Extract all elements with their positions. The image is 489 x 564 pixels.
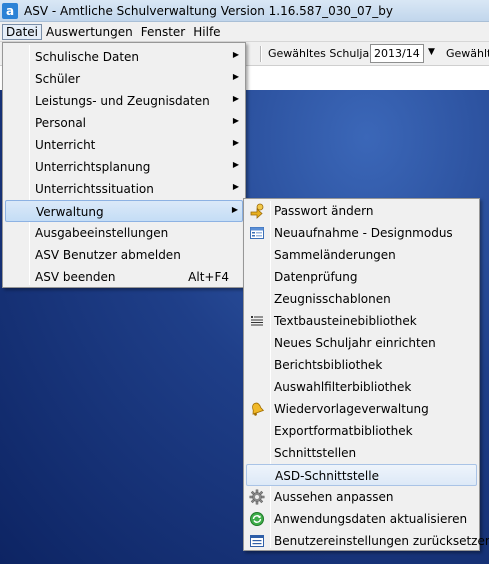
submenu-item-label: Benutzereinstellungen zurücksetzen [274,534,489,548]
menu-item-asv-beenden[interactable]: ASV beenden Alt+F4 [5,266,243,288]
menu-item-label: Schulische Daten [35,50,140,64]
schuljahr-field[interactable]: 2013/14 [370,44,424,63]
menu-datei[interactable]: Datei [2,23,43,40]
bell-icon [249,401,265,417]
submenu-item-label: Datenprüfung [274,270,358,284]
submenu-item-auswahlfilterbibliothek[interactable]: Auswahlfilterbibliothek [246,376,477,398]
submenu-item-label: Anwendungsdaten aktualisieren [274,512,468,526]
menu-item-schulische-daten[interactable]: Schulische Daten ▶ [5,46,243,68]
submenu-item-berichtsbibliothek[interactable]: Berichtsbibliothek [246,354,477,376]
user-settings-icon [249,533,265,549]
verwaltung-submenu: Passwort ändern Neuaufnahme - Designmodu… [243,198,489,552]
submenu-item-sammelaenderungen[interactable]: Sammeländerungen [246,244,477,266]
menu-item-label: ASV beenden [35,270,116,284]
submenu-item-anwendungsdaten[interactable]: Anwendungsdaten aktualisieren [246,508,477,530]
menu-auswertungen[interactable]: Auswertungen [42,24,137,40]
submenu-item-label: Auswahlfilterbibliothek [274,380,412,394]
submenu-item-passwort-aendern[interactable]: Passwort ändern [246,200,477,222]
submenu-item-textbausteinebibliothek[interactable]: Textbausteinebibliothek [246,310,477,332]
chevron-down-icon[interactable]: ▼ [428,47,435,57]
menu-item-verwaltung[interactable]: Verwaltung ▶ [5,200,243,222]
menu-item-label: Verwaltung [36,205,104,219]
submenu-arrow-icon: ▶ [232,182,239,191]
submenu-item-benutzereinstellungen[interactable]: Benutzereinstellungen zurücksetzen [246,530,489,552]
menu-item-label: Leistungs- und Zeugnisdaten [35,94,210,108]
menu-item-label: Unterrichtsplanung [35,160,151,174]
refresh-globe-icon [249,511,265,527]
submenu-item-schnittstellen[interactable]: Schnittstellen [246,442,477,464]
menu-item-benutzer-abmelden[interactable]: ASV Benutzer abmelden [5,244,243,266]
submenu-item-label: Wiedervorlageverwaltung [274,402,429,416]
menu-item-unterrichtssituation[interactable]: Unterrichtssituation ▶ [5,178,243,200]
menu-item-label: Schüler [35,72,81,86]
menu-item-label: Unterrichtssituation [35,182,154,196]
text-block-icon [249,313,265,329]
submenu-item-datenpruefung[interactable]: Datenprüfung [246,266,477,288]
submenu-item-label: Neues Schuljahr einrichten [274,336,436,350]
second-selection-label: Gewählte [446,47,489,60]
submenu-arrow-icon: ▶ [232,50,239,59]
submenu-arrow-icon: ▶ [232,72,239,81]
form-window-icon [249,225,265,241]
submenu-item-label: Exportformatbibliothek [274,424,413,438]
submenu-arrow-icon: ▶ [231,205,238,214]
schuljahr-label: Gewähltes Schuljahr [268,47,381,60]
submenu-arrow-icon: ▶ [232,116,239,125]
submenu-item-neues-schuljahr[interactable]: Neues Schuljahr einrichten [246,332,477,354]
shortcut-label: Alt+F4 [188,270,229,284]
menu-fenster[interactable]: Fenster [137,24,190,40]
submenu-item-label: Textbausteinebibliothek [274,314,417,328]
window-title: ASV - Amtliche Schulverwaltung Version 1… [24,3,393,18]
submenu-item-wiedervorlageverwaltung[interactable]: Wiedervorlageverwaltung [246,398,477,420]
submenu-item-asd-schnittstelle[interactable]: ASD-Schnittstelle [246,464,477,486]
submenu-item-aussehen-anpassen[interactable]: Aussehen anpassen [246,486,477,508]
menu-item-unterrichtsplanung[interactable]: Unterrichtsplanung ▶ [5,156,243,178]
submenu-item-label: Passwort ändern [274,204,374,218]
gear-icon [249,489,265,505]
submenu-arrow-icon: ▶ [232,94,239,103]
menu-bar: Datei Auswertungen Fenster Hilfe [0,22,489,42]
menu-item-label: Unterricht [35,138,96,152]
submenu-item-neuaufnahme[interactable]: Neuaufnahme - Designmodus [246,222,477,244]
key-arrow-icon [249,203,265,219]
submenu-item-label: ASD-Schnittstelle [275,469,379,483]
menu-item-schueler[interactable]: Schüler ▶ [5,68,243,90]
menu-item-leistungsdaten[interactable]: Leistungs- und Zeugnisdaten ▶ [5,90,243,112]
submenu-item-zeugnisschablonen[interactable]: Zeugnisschablonen [246,288,477,310]
submenu-item-label: Sammeländerungen [274,248,396,262]
submenu-arrow-icon: ▶ [232,160,239,169]
submenu-item-label: Aussehen anpassen [274,490,394,504]
menu-hilfe[interactable]: Hilfe [189,24,224,40]
submenu-item-exportformatbibliothek[interactable]: Exportformatbibliothek [246,420,477,442]
app-icon: a [2,2,18,19]
menu-item-unterricht[interactable]: Unterricht ▶ [5,134,243,156]
toolbar-separator [260,46,262,62]
menu-item-label: ASV Benutzer abmelden [35,248,181,262]
submenu-item-label: Zeugnisschablonen [274,292,391,306]
title-bar: a ASV - Amtliche Schulverwaltung Version… [0,0,489,22]
menu-item-label: Personal [35,116,87,130]
submenu-item-label: Neuaufnahme - Designmodus [274,226,453,240]
menu-item-personal[interactable]: Personal ▶ [5,112,243,134]
menu-item-label: Ausgabeeinstellungen [35,226,169,240]
submenu-item-label: Berichtsbibliothek [274,358,383,372]
datei-menu: Schulische Daten ▶ Schüler ▶ Leistungs- … [2,42,246,288]
menu-item-ausgabeeinstellungen[interactable]: Ausgabeeinstellungen [5,222,243,244]
submenu-arrow-icon: ▶ [232,138,239,147]
submenu-item-label: Schnittstellen [274,446,357,460]
